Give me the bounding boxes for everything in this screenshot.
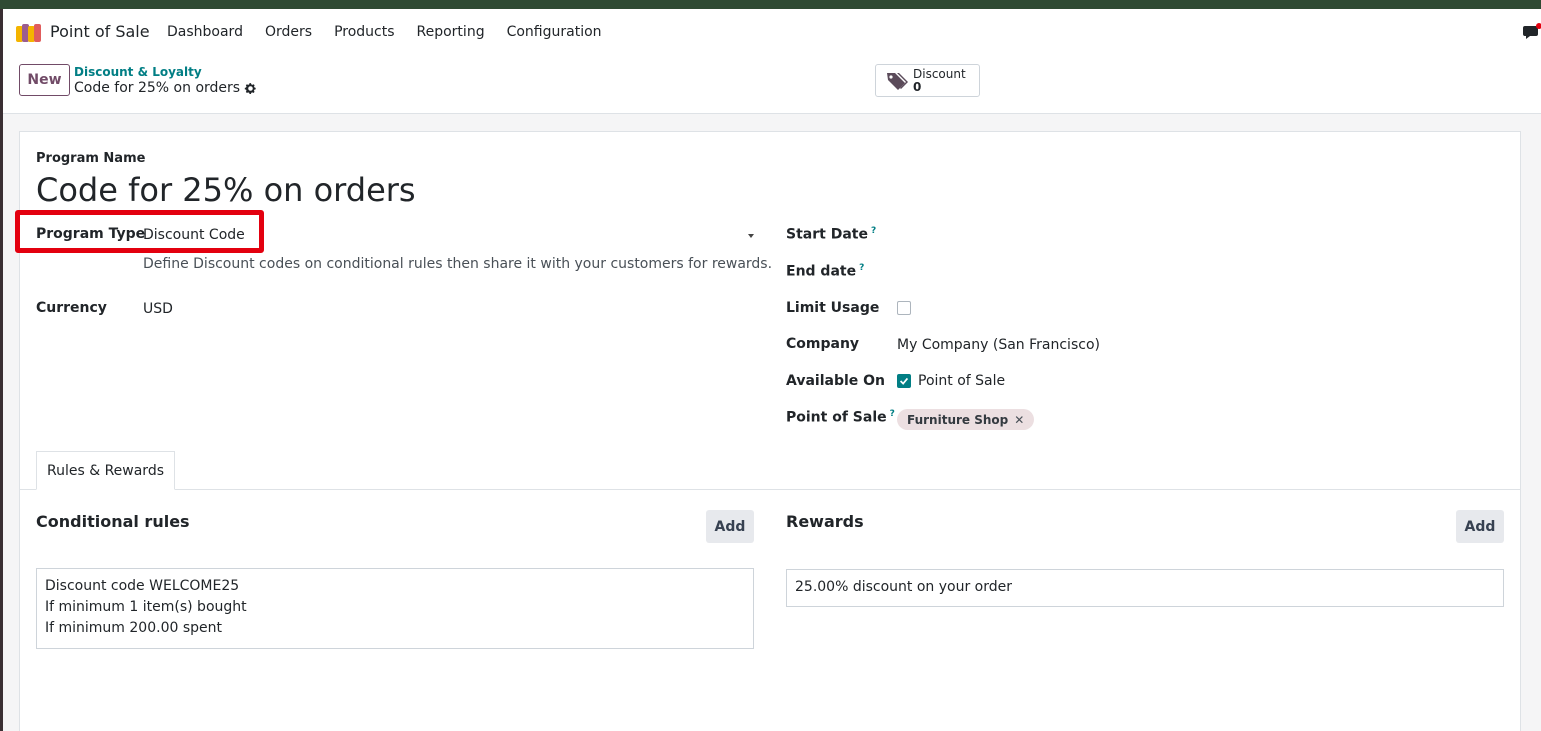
menu-reporting[interactable]: Reporting	[417, 24, 485, 40]
menu-configuration[interactable]: Configuration	[507, 24, 602, 40]
point-of-sale-label-text: Point of Sale	[786, 409, 887, 426]
help-icon[interactable]: ?	[890, 409, 895, 419]
company-label: Company	[786, 336, 860, 352]
close-icon[interactable]: ✕	[1014, 413, 1024, 427]
smart-button-label: Discount	[913, 66, 966, 81]
start-date-label-text: Start Date	[786, 226, 868, 243]
form-sheet: Program Name Code for 25% on orders Prog…	[15, 131, 1521, 731]
available-on-label: Available On	[786, 373, 886, 389]
new-button[interactable]: New	[19, 64, 70, 96]
discount-smart-button[interactable]: Discount 0	[875, 64, 980, 97]
pos-app-icon[interactable]	[16, 24, 42, 42]
start-date-label: Start Date?	[786, 226, 876, 243]
rewards-title: Rewards	[786, 512, 864, 531]
rule-line: If minimum 1 item(s) bought	[45, 599, 247, 615]
program-type-label: Program Type	[36, 226, 146, 242]
pos-tag: Furniture Shop ✕	[897, 409, 1035, 430]
add-rule-button[interactable]: Add	[706, 510, 754, 543]
available-on-pos-label: Point of Sale	[918, 373, 1006, 389]
chat-icon[interactable]	[1523, 23, 1541, 41]
breadcrumb-current-wrap: Code for 25% on orders	[74, 80, 257, 96]
end-date-label-text: End date	[786, 263, 857, 280]
help-icon[interactable]: ?	[859, 263, 864, 273]
reward-card[interactable]: 25.00% discount on your order	[786, 569, 1504, 607]
tabs-divider	[20, 489, 1520, 490]
program-type-description: Define Discount codes on conditional rul…	[143, 256, 773, 272]
window-left-edge	[0, 9, 3, 731]
point-of-sale-label: Point of Sale?	[786, 409, 895, 426]
smart-button-count: 0	[913, 79, 922, 94]
gear-icon[interactable]	[244, 82, 257, 95]
top-navbar: Point of Sale Dashboard Orders Products …	[3, 9, 1541, 56]
menu-dashboard[interactable]: Dashboard	[167, 24, 243, 40]
company-field[interactable]: My Company (San Francisco)	[897, 337, 1100, 353]
limit-usage-label: Limit Usage	[786, 300, 880, 316]
check-icon	[899, 377, 909, 385]
main-menu: Dashboard Orders Products Reporting Conf…	[167, 24, 624, 40]
reward-line: 25.00% discount on your order	[795, 579, 1012, 595]
rule-line: If minimum 200.00 spent	[45, 620, 222, 636]
breadcrumb-current: Code for 25% on orders	[74, 80, 241, 96]
pos-tag-label: Furniture Shop	[907, 412, 1009, 427]
currency-label: Currency	[36, 300, 107, 316]
menu-products[interactable]: Products	[334, 24, 394, 40]
browser-top-strip	[0, 0, 1541, 9]
add-reward-button[interactable]: Add	[1456, 510, 1504, 543]
help-icon[interactable]: ?	[871, 226, 876, 236]
tab-rules-rewards[interactable]: Rules & Rewards	[36, 451, 175, 490]
rule-line: Discount code WELCOME25	[45, 578, 240, 594]
breadcrumb-parent[interactable]: Discount & Loyalty	[74, 65, 257, 79]
program-name-label: Program Name	[36, 151, 146, 166]
limit-usage-checkbox[interactable]	[897, 301, 911, 315]
rule-card[interactable]: Discount code WELCOME25 If minimum 1 ite…	[36, 568, 754, 649]
end-date-label: End date?	[786, 263, 864, 280]
program-name-field[interactable]: Code for 25% on orders	[36, 171, 416, 209]
program-type-select[interactable]: Discount Code	[143, 227, 245, 243]
currency-field[interactable]: USD	[143, 301, 173, 317]
available-on-pos-checkbox[interactable]	[897, 374, 911, 388]
menu-orders[interactable]: Orders	[265, 24, 312, 40]
breadcrumb: Discount & Loyalty Code for 25% on order…	[74, 65, 257, 96]
app-name[interactable]: Point of Sale	[50, 22, 150, 41]
smart-button-text: Discount 0	[913, 66, 966, 94]
caret-down-icon[interactable]	[748, 234, 754, 238]
conditional-rules-title: Conditional rules	[36, 512, 190, 531]
tags-icon	[887, 72, 908, 90]
control-panel: New Discount & Loyalty Code for 25% on o…	[3, 56, 1541, 114]
